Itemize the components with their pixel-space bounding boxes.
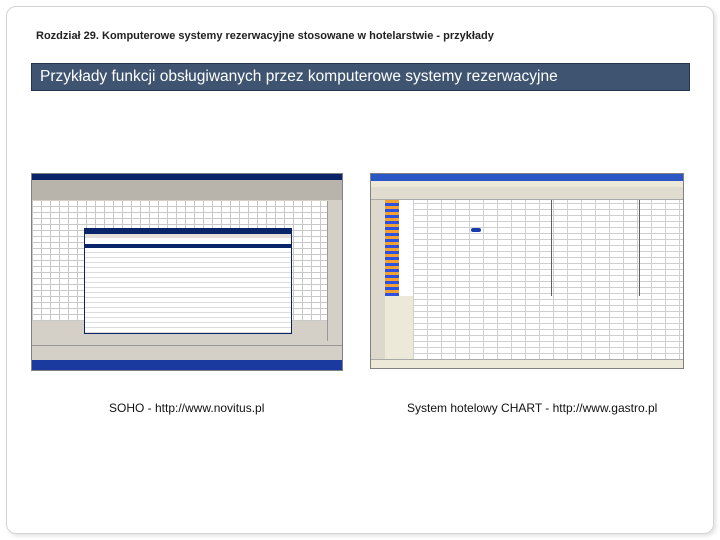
soho-screenshot: [31, 173, 343, 371]
soho-caption: SOHO - http://www.novitus.pl: [109, 401, 265, 415]
chart-screenshot: [370, 173, 684, 369]
soho-reservation-dialog: [84, 228, 292, 334]
chart-booking-bar: [471, 228, 481, 232]
soho-tray: [32, 345, 342, 360]
soho-taskbar: [32, 360, 342, 370]
soho-toolbar: [32, 180, 342, 200]
chart-toolbar: [371, 187, 683, 200]
chart-occupancy-grid: [413, 200, 683, 360]
chart-grid-divider: [551, 200, 552, 296]
chapter-heading: Rozdział 29. Komputerowe systemy rezerwa…: [36, 30, 494, 42]
chart-titlebar: [371, 174, 683, 181]
chart-tool-palette: [371, 200, 385, 360]
soho-side-panel: [327, 201, 342, 341]
chart-caption: System hotelowy CHART - http://www.gastr…: [407, 401, 658, 415]
slide-title: Przykłady funkcji obsługiwanych przez ko…: [40, 68, 558, 85]
chart-room-status-cells: [385, 200, 399, 296]
chart-statusbar: [371, 359, 683, 368]
title-banner: Przykłady funkcji obsługiwanych przez ko…: [31, 63, 690, 91]
chart-grid-divider: [639, 200, 640, 296]
